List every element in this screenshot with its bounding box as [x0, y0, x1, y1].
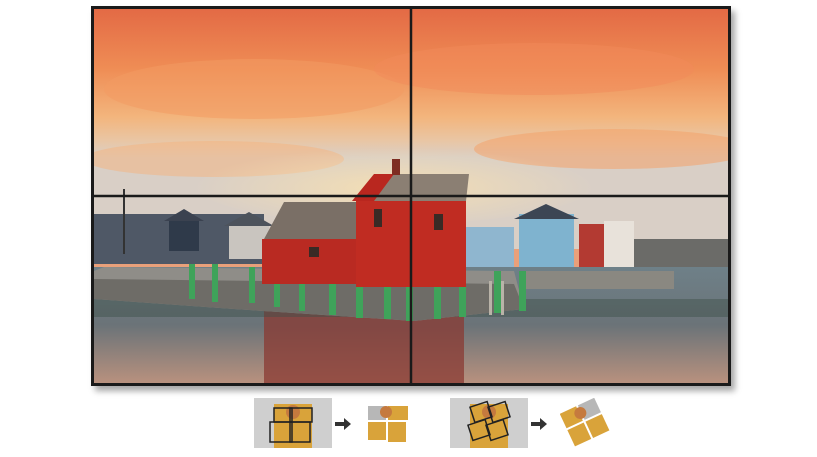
arrow-right-icon [531, 418, 547, 430]
arrow-right-icon [335, 418, 351, 430]
bezel-overlap-before-thumbnail [254, 398, 332, 448]
harbor-scene-image [94, 9, 728, 383]
rotation-aligned-after-thumbnail [560, 398, 610, 447]
rotation-before-thumbnail [450, 398, 528, 448]
transform-examples [0, 398, 817, 450]
video-wall-display [91, 6, 731, 386]
bezel-aligned-after-thumbnail [368, 406, 408, 442]
